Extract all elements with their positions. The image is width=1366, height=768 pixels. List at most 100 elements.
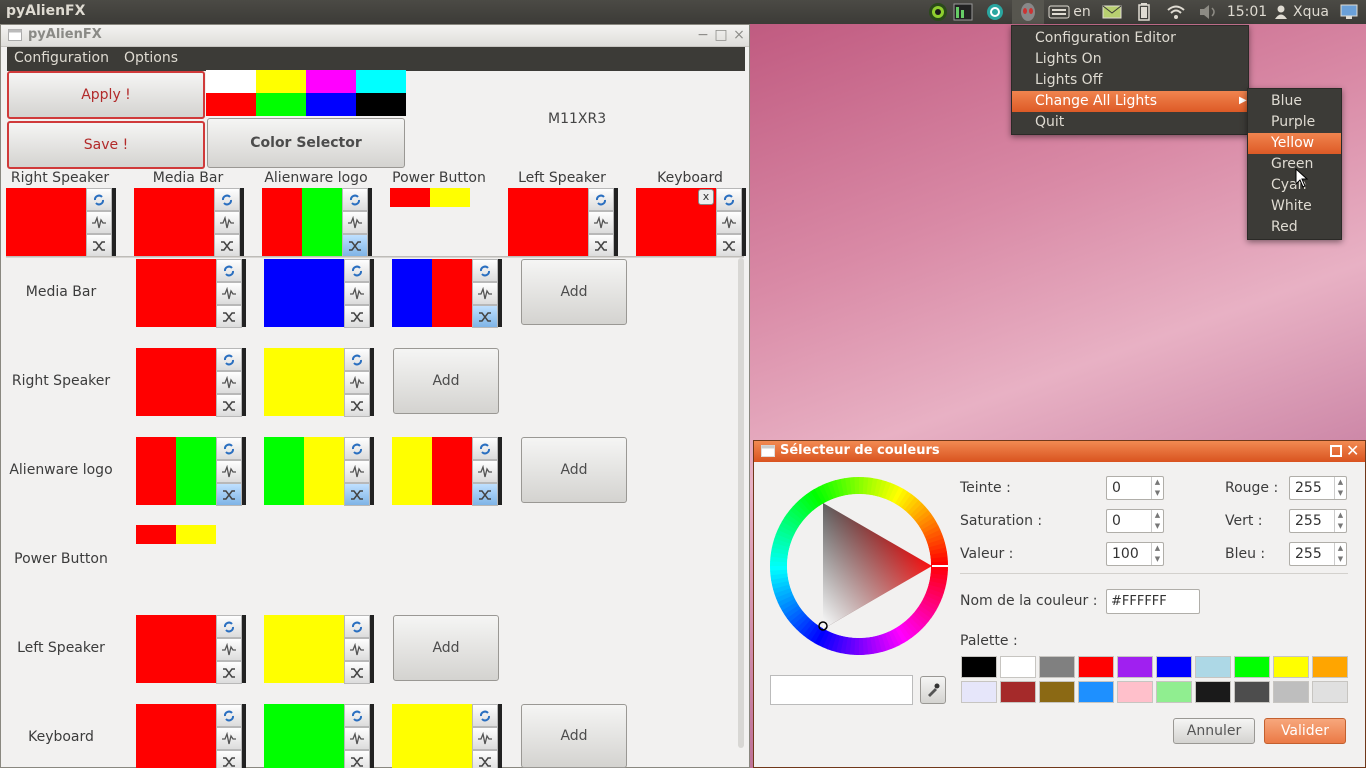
zone-color-block[interactable]	[264, 348, 374, 417]
main-window-titlebar[interactable]: pyAlienFX − □ ×	[1, 25, 749, 47]
power-button-color-swatch[interactable]	[176, 525, 216, 544]
quick-color-cyan[interactable]	[356, 70, 406, 93]
zone-color-fill[interactable]	[392, 259, 472, 327]
cycle-icon[interactable]	[472, 437, 498, 460]
menu-item-lights-on[interactable]: Lights On	[1012, 49, 1248, 70]
cycle-icon[interactable]	[216, 437, 242, 460]
zone-color-fill[interactable]	[136, 615, 216, 683]
morph-icon[interactable]	[716, 234, 742, 257]
palette-swatch[interactable]	[1156, 681, 1192, 703]
cycle-icon[interactable]	[344, 348, 370, 371]
color-selector-button[interactable]: Color Selector	[207, 118, 405, 168]
pulse-icon[interactable]	[216, 727, 242, 750]
pulse-icon[interactable]	[472, 727, 498, 750]
power-button-color-swatch[interactable]	[390, 188, 430, 207]
menu-configuration[interactable]: Configuration	[14, 50, 109, 66]
zone-color-fill[interactable]	[262, 188, 342, 256]
zone-color-segment[interactable]	[432, 259, 472, 327]
cycle-icon[interactable]	[344, 704, 370, 727]
pulse-icon[interactable]	[344, 282, 370, 305]
color-name-input[interactable]	[1106, 589, 1200, 614]
palette-swatch[interactable]	[1000, 656, 1036, 678]
cycle-icon[interactable]	[344, 615, 370, 638]
submenu-item-blue[interactable]: Blue	[1248, 91, 1341, 112]
morph-icon[interactable]	[216, 750, 242, 768]
menu-item-configuration-editor[interactable]: Configuration Editor	[1012, 28, 1248, 49]
zone-color-fill[interactable]	[264, 704, 344, 768]
sync-icon[interactable]	[983, 0, 1007, 24]
spinner-arrows-icon[interactable]: ▲ ▼	[1334, 477, 1346, 499]
morph-icon[interactable]	[86, 234, 112, 257]
morph-icon[interactable]	[214, 234, 240, 257]
zone-color-fill[interactable]	[136, 704, 216, 768]
pulse-icon[interactable]	[86, 211, 112, 234]
morph-icon[interactable]	[216, 305, 242, 328]
cycle-icon[interactable]	[344, 437, 370, 460]
pulse-icon[interactable]	[716, 211, 742, 234]
palette-swatch[interactable]	[1195, 656, 1231, 678]
pulse-icon[interactable]	[472, 282, 498, 305]
wifi-icon[interactable]	[1164, 0, 1188, 24]
add-button-alienware-logo[interactable]: Add	[521, 437, 627, 503]
zone-color-block[interactable]	[136, 348, 246, 417]
battery-icon[interactable]	[1133, 0, 1155, 24]
palette-swatch[interactable]	[1000, 681, 1036, 703]
pulse-icon[interactable]	[472, 460, 498, 483]
power-button-color-swatch[interactable]	[136, 525, 176, 544]
green-spinner[interactable]: 255 ▲ ▼	[1289, 509, 1347, 533]
morph-icon[interactable]	[472, 483, 498, 506]
add-button-right-speaker[interactable]: Add	[393, 348, 499, 414]
zone-color-segment[interactable]	[392, 259, 432, 327]
pulse-icon[interactable]	[344, 638, 370, 661]
zone-color-block[interactable]	[6, 188, 116, 257]
submenu-item-red[interactable]: Red	[1248, 217, 1341, 238]
apply-button[interactable]: Apply !	[7, 71, 205, 119]
morph-icon[interactable]	[342, 234, 368, 257]
color-dialog-titlebar[interactable]: Sélecteur de couleurs ✕	[754, 441, 1365, 462]
zone-color-block[interactable]	[136, 615, 246, 684]
morph-icon[interactable]	[216, 394, 242, 417]
keyboard-layout-label[interactable]: en	[1071, 0, 1093, 24]
palette-swatch[interactable]	[1078, 681, 1114, 703]
clock[interactable]: 15:01	[1226, 0, 1268, 24]
pulse-icon[interactable]	[214, 211, 240, 234]
zone-color-block[interactable]	[508, 188, 618, 257]
submenu-item-purple[interactable]: Purple	[1248, 112, 1341, 133]
zone-color-fill[interactable]	[136, 259, 216, 327]
zone-color-fill[interactable]	[264, 259, 344, 327]
zone-color-segment[interactable]	[508, 188, 588, 256]
zone-color-block[interactable]	[136, 437, 246, 506]
pulse-icon[interactable]	[344, 727, 370, 750]
morph-icon[interactable]	[588, 234, 614, 257]
zone-color-block[interactable]	[264, 437, 374, 506]
palette-swatch[interactable]	[1312, 656, 1348, 678]
zone-color-segment[interactable]	[392, 704, 472, 768]
hue-spinner[interactable]: 0 ▲ ▼	[1106, 476, 1164, 500]
zone-color-fill[interactable]	[134, 188, 214, 256]
pulse-icon[interactable]	[216, 460, 242, 483]
zone-color-block[interactable]	[392, 437, 502, 506]
power-button-color-swatch[interactable]	[430, 188, 470, 207]
quick-color-white[interactable]	[206, 70, 256, 93]
cycle-icon[interactable]	[214, 188, 240, 211]
zone-color-fill[interactable]	[136, 437, 216, 505]
zone-color-block[interactable]	[264, 615, 374, 684]
zone-color-fill[interactable]	[508, 188, 588, 256]
morph-icon[interactable]	[216, 661, 242, 684]
morph-icon[interactable]	[216, 483, 242, 506]
spinner-arrows-icon[interactable]: ▲ ▼	[1151, 543, 1163, 565]
palette-swatch[interactable]	[1273, 681, 1309, 703]
zone-color-segment[interactable]	[304, 437, 344, 505]
eyedropper-button[interactable]	[920, 676, 946, 704]
saturation-spinner[interactable]: 0 ▲ ▼	[1106, 509, 1164, 533]
session-menu-icon[interactable]	[1338, 0, 1360, 24]
menu-item-change-all-lights[interactable]: Change All Lights	[1012, 91, 1248, 112]
user-icon[interactable]	[1274, 0, 1288, 24]
zone-color-segment[interactable]	[262, 188, 302, 256]
palette-swatch[interactable]	[1117, 681, 1153, 703]
palette-swatch[interactable]	[1039, 681, 1075, 703]
palette-swatch[interactable]	[1156, 656, 1192, 678]
blue-spinner[interactable]: 255 ▲ ▼	[1289, 542, 1347, 566]
submenu-item-yellow[interactable]: Yellow	[1248, 133, 1341, 154]
cycle-icon[interactable]	[472, 259, 498, 282]
